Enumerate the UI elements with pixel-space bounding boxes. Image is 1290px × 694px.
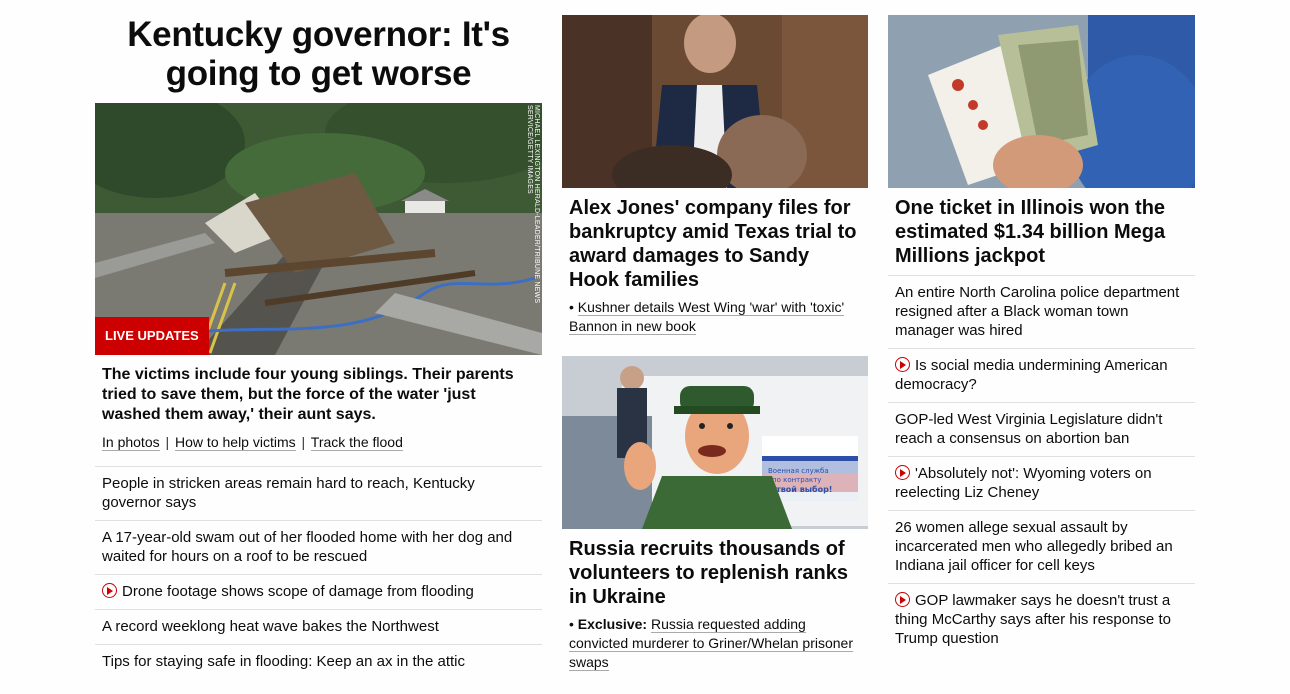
how-to-help-link[interactable]: How to help victims bbox=[175, 434, 296, 451]
lottery-ticket-photo bbox=[888, 15, 1195, 188]
svg-text:Военная служба: Военная служба bbox=[768, 467, 829, 475]
recruitment-photo: Военная служба по контракту - твой выбор… bbox=[562, 356, 868, 529]
list-item-text: Is social media undermining American dem… bbox=[895, 357, 1168, 393]
bullet: • bbox=[569, 299, 574, 315]
lead-story: Kentucky governor: It's going to get wor… bbox=[95, 0, 542, 679]
kushner-link[interactable]: Kushner details West Wing 'war' with 'to… bbox=[569, 299, 845, 335]
list-item-text: A record weeklong heat wave bakes the No… bbox=[102, 618, 439, 635]
play-video-icon bbox=[895, 357, 910, 372]
lottery-image[interactable] bbox=[888, 15, 1195, 188]
courtroom-photo bbox=[562, 15, 868, 188]
middle-column: Alex Jones' company files for bankruptcy… bbox=[562, 0, 868, 671]
exclusive-label: Exclusive: bbox=[577, 616, 648, 632]
right-column: One ticket in Illinois won the estimated… bbox=[888, 0, 1195, 656]
lead-related-list: People in stricken areas remain hard to … bbox=[95, 466, 542, 679]
list-item[interactable]: Tips for staying safe in flooding: Keep … bbox=[95, 644, 542, 679]
play-video-icon bbox=[895, 465, 910, 480]
track-flood-link[interactable]: Track the flood bbox=[310, 434, 403, 451]
list-item[interactable]: Drone footage shows scope of damage from… bbox=[95, 574, 542, 609]
list-item-text: 26 women allege sexual assault by incarc… bbox=[895, 519, 1173, 574]
list-item-text: People in stricken areas remain hard to … bbox=[102, 475, 475, 511]
story-card: Военная служба по контракту - твой выбор… bbox=[562, 356, 868, 672]
link-separator: | bbox=[165, 434, 170, 450]
lead-image[interactable]: LIVE UPDATES MICHAEL LEXINGTON HERALD-LE… bbox=[95, 103, 542, 355]
list-item[interactable]: A record weeklong heat wave bakes the No… bbox=[95, 609, 542, 644]
list-item[interactable]: GOP lawmaker says he doesn't trust a thi… bbox=[888, 583, 1195, 656]
svg-text:по контракту: по контракту bbox=[772, 476, 821, 484]
list-item-text: A 17-year-old swam out of her flooded ho… bbox=[102, 529, 513, 565]
list-item[interactable]: 26 women allege sexual assault by incarc… bbox=[888, 510, 1195, 583]
live-updates-badge[interactable]: LIVE UPDATES bbox=[95, 317, 209, 355]
list-item-text: An entire North Carolina police departme… bbox=[895, 284, 1180, 339]
list-item[interactable]: People in stricken areas remain hard to … bbox=[95, 466, 542, 520]
list-item-text: GOP lawmaker says he doesn't trust a thi… bbox=[895, 592, 1171, 647]
related-link: • Kushner details West Wing 'war' with '… bbox=[562, 292, 868, 336]
list-item-text: 'Absolutely not': Wyoming voters on reel… bbox=[895, 465, 1152, 501]
list-item[interactable]: Is social media undermining American dem… bbox=[888, 348, 1195, 402]
lead-links: In photos | How to help victims | Track … bbox=[95, 425, 542, 451]
lottery-headline[interactable]: One ticket in Illinois won the estimated… bbox=[888, 188, 1195, 268]
russia-recruits-headline[interactable]: Russia recruits thousands of volunteers … bbox=[562, 529, 868, 609]
list-item[interactable]: A 17-year-old swam out of her flooded ho… bbox=[95, 520, 542, 574]
story-card: Alex Jones' company files for bankruptcy… bbox=[562, 15, 868, 336]
lead-headline[interactable]: Kentucky governor: It's going to get wor… bbox=[95, 0, 542, 103]
in-photos-link[interactable]: In photos bbox=[102, 434, 160, 451]
story-card: One ticket in Illinois won the estimated… bbox=[888, 15, 1195, 268]
alex-jones-headline[interactable]: Alex Jones' company files for bankruptcy… bbox=[562, 188, 868, 292]
list-item-text: Tips for staying safe in flooding: Keep … bbox=[102, 653, 465, 670]
alex-jones-image[interactable] bbox=[562, 15, 868, 188]
list-item[interactable]: GOP-led West Virginia Legislature didn't… bbox=[888, 402, 1195, 456]
list-item-text: Drone footage shows scope of damage from… bbox=[122, 583, 474, 600]
russia-recruits-image[interactable]: Военная служба по контракту - твой выбор… bbox=[562, 356, 868, 529]
list-item[interactable]: An entire North Carolina police departme… bbox=[888, 275, 1195, 348]
lead-description[interactable]: The victims include four young siblings.… bbox=[95, 355, 542, 425]
photo-credit: MICHAEL LEXINGTON HERALD-LEADER/TRIBUNE … bbox=[526, 105, 540, 304]
svg-text:- твой выбор!: - твой выбор! bbox=[770, 484, 832, 494]
play-video-icon bbox=[102, 583, 117, 598]
list-item[interactable]: 'Absolutely not': Wyoming voters on reel… bbox=[888, 456, 1195, 510]
related-link: • Exclusive: Russia requested adding con… bbox=[562, 609, 868, 672]
bullet: • bbox=[569, 616, 574, 632]
right-headlines-list: An entire North Carolina police departme… bbox=[888, 275, 1195, 656]
play-video-icon bbox=[895, 592, 910, 607]
list-item-text: GOP-led West Virginia Legislature didn't… bbox=[895, 411, 1163, 447]
link-separator: | bbox=[301, 434, 306, 450]
